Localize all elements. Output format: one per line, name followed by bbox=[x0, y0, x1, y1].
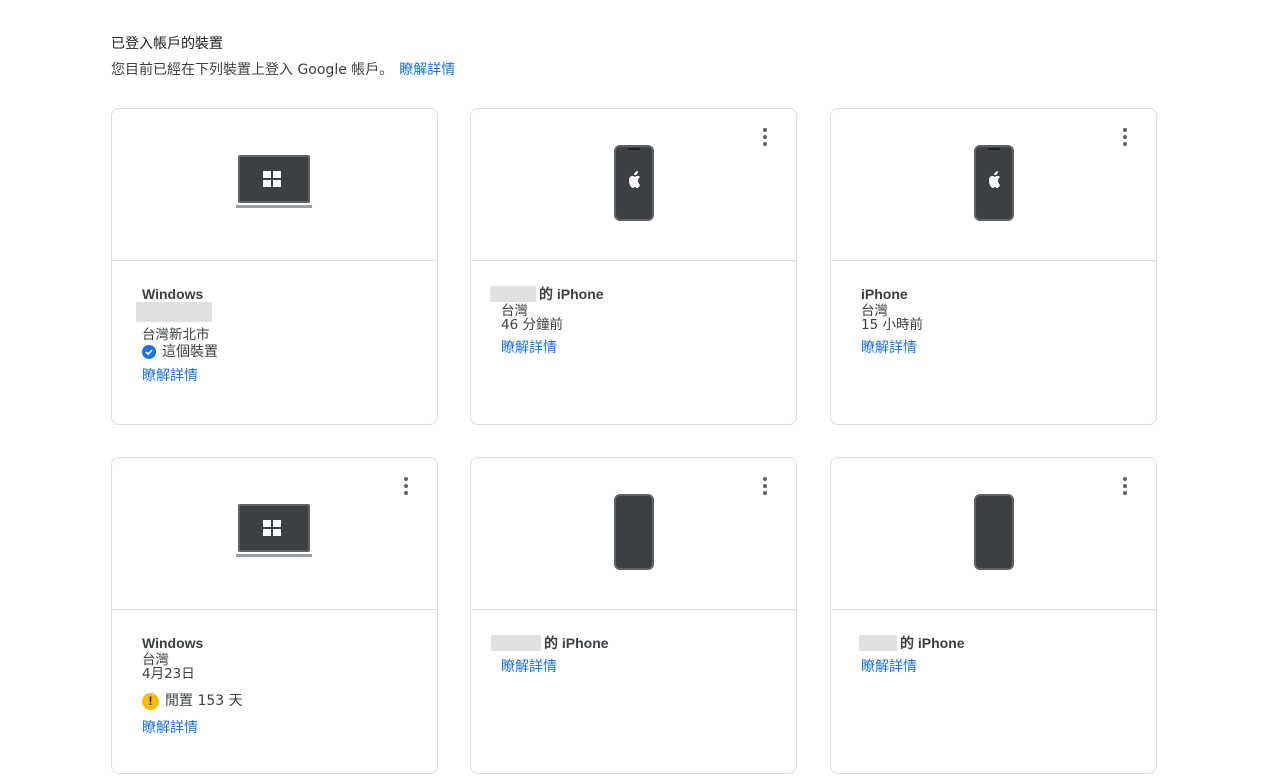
device-card-header bbox=[112, 458, 437, 610]
inactive-label: 閒置 153 天 bbox=[165, 693, 243, 709]
device-name: 的 iPhone bbox=[859, 635, 1126, 651]
more-vert-icon bbox=[763, 128, 767, 132]
more-options-button[interactable] bbox=[394, 474, 418, 498]
device-name-suffix: 的 iPhone bbox=[900, 635, 965, 651]
device-name-suffix: 的 iPhone bbox=[544, 635, 609, 651]
more-options-button[interactable] bbox=[1113, 474, 1137, 498]
card-learn-more-link[interactable]: 瞭解詳情 bbox=[501, 339, 766, 357]
device-card-iphone-4[interactable]: 的 iPhone 瞭解詳情 bbox=[830, 457, 1157, 774]
more-options-button[interactable] bbox=[1113, 125, 1137, 149]
card-learn-more-link[interactable]: 瞭解詳情 bbox=[861, 339, 1126, 357]
device-name: Windows bbox=[142, 286, 204, 302]
more-vert-icon bbox=[404, 477, 408, 481]
device-card-iphone-3[interactable]: 的 iPhone 瞭解詳情 bbox=[470, 457, 797, 774]
page-header: 已登入帳戶的裝置 您目前已經在下列裝置上登入 Google 帳戶。 瞭解詳情 bbox=[111, 34, 455, 80]
current-device-status: 這個裝置 bbox=[142, 343, 407, 361]
device-card-iphone-1[interactable]: 的 iPhone 台灣 46 分鐘前 瞭解詳情 bbox=[470, 108, 797, 425]
device-location: 台灣新北市 bbox=[142, 327, 210, 343]
header-learn-more-link[interactable]: 瞭解詳情 bbox=[399, 62, 455, 78]
windows-laptop-icon bbox=[235, 154, 314, 215]
device-card-windows-current[interactable]: Windows 台灣新北市 這個裝置 瞭解詳情 bbox=[111, 108, 438, 425]
device-card-header bbox=[112, 109, 437, 261]
device-card-header bbox=[831, 109, 1156, 261]
windows-laptop-icon bbox=[235, 503, 314, 564]
warning-icon: ! bbox=[142, 692, 159, 710]
card-learn-more-link[interactable]: 瞭解詳情 bbox=[501, 658, 766, 676]
more-vert-icon bbox=[1123, 477, 1127, 481]
page-title: 已登入帳戶的裝置 bbox=[111, 36, 223, 52]
iphone-icon bbox=[613, 144, 654, 225]
page-subtitle-text: 您目前已經在下列裝置上登入 Google 帳戶。 bbox=[111, 62, 394, 78]
phone-icon bbox=[973, 493, 1014, 574]
device-name: 的 iPhone bbox=[490, 286, 766, 302]
more-vert-icon bbox=[763, 477, 767, 481]
more-vert-icon bbox=[1123, 128, 1127, 132]
device-card-windows-inactive[interactable]: Windows 台灣 4月23日 ! 閒置 153 天 瞭解詳情 bbox=[111, 457, 438, 774]
device-card-iphone-2[interactable]: iPhone 台灣 15 小時前 瞭解詳情 bbox=[830, 108, 1157, 425]
card-learn-more-link[interactable]: 瞭解詳情 bbox=[142, 719, 407, 737]
last-active-time: 46 分鐘前 bbox=[501, 317, 563, 333]
device-location: 台灣 bbox=[501, 303, 528, 319]
more-options-button[interactable] bbox=[753, 125, 777, 149]
check-circle-icon bbox=[142, 345, 156, 359]
device-card-header bbox=[831, 458, 1156, 610]
device-name: Windows bbox=[142, 635, 204, 651]
phone-icon bbox=[613, 493, 654, 574]
inactive-status: ! 閒置 153 天 bbox=[142, 692, 407, 710]
device-name: 的 iPhone bbox=[491, 635, 766, 651]
card-learn-more-link[interactable]: 瞭解詳情 bbox=[142, 367, 407, 385]
device-name: iPhone bbox=[861, 286, 908, 302]
device-name-suffix: 的 iPhone bbox=[539, 286, 604, 302]
iphone-icon bbox=[973, 144, 1014, 225]
device-card-header bbox=[471, 109, 796, 261]
page-subtitle: 您目前已經在下列裝置上登入 Google 帳戶。 瞭解詳情 bbox=[111, 60, 455, 80]
device-location: 台灣 bbox=[142, 652, 169, 668]
more-options-button[interactable] bbox=[753, 474, 777, 498]
current-device-label: 這個裝置 bbox=[162, 344, 218, 360]
device-card-header bbox=[471, 458, 796, 610]
card-learn-more-link[interactable]: 瞭解詳情 bbox=[861, 658, 1126, 676]
last-active-time: 4月23日 bbox=[142, 666, 195, 682]
redacted-detail bbox=[136, 302, 407, 326]
device-location: 台灣 bbox=[861, 303, 888, 319]
last-active-time: 15 小時前 bbox=[861, 317, 923, 333]
